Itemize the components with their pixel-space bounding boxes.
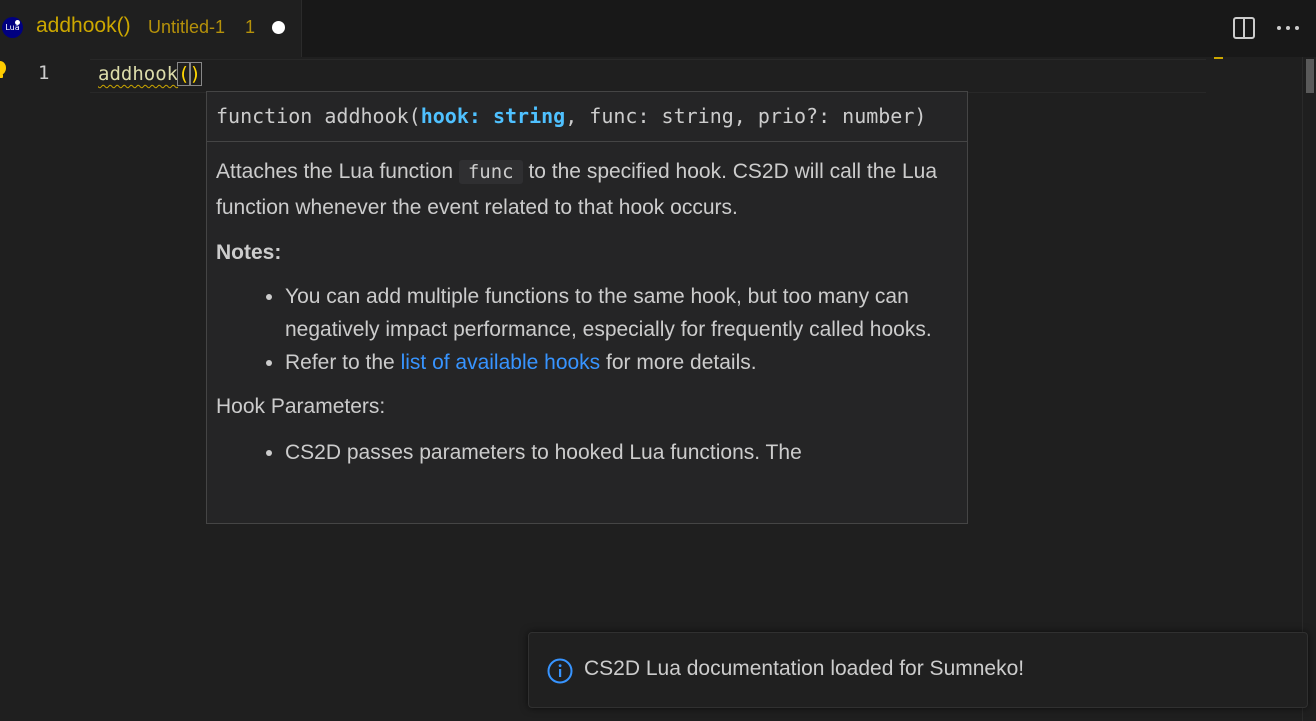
vertical-scrollbar[interactable] [1302, 57, 1316, 721]
vscode-window: Lua addhook() Untitled-1 1 1 addhook() f… [0, 0, 1316, 721]
code-function-name: addhook [98, 63, 179, 85]
split-editor-icon[interactable] [1230, 14, 1258, 42]
notes-list: You can add multiple functions to the sa… [216, 280, 958, 379]
lua-file-icon: Lua [2, 17, 23, 38]
available-hooks-link[interactable]: list of available hooks [401, 351, 601, 374]
overview-ruler-warning-mark [1214, 57, 1223, 59]
signature-prefix: function addhook( [216, 104, 421, 128]
active-parameter: hook: string [420, 104, 566, 128]
note-refer-before: Refer to the [285, 351, 401, 374]
lua-moon-dot [15, 20, 20, 25]
description-paragraph: Attaches the Lua function func to the sp… [216, 154, 958, 225]
hook-parameters-list: CS2D passes parameters to hooked Lua fun… [216, 436, 958, 469]
documentation-body: Attaches the Lua function func to the sp… [207, 142, 967, 469]
editor-tab-bar: Lua addhook() Untitled-1 1 [0, 0, 1316, 57]
current-line-highlight [90, 59, 1206, 93]
description-text-before: Attaches the Lua function [216, 160, 459, 183]
signature-rest: , func: string, prio?: number) [565, 104, 927, 128]
code-close-paren: ) [188, 62, 203, 86]
notification-message: CS2D Lua documentation loaded for Sumnek… [584, 657, 1025, 680]
hook-parameter-item: CS2D passes parameters to hooked Lua fun… [285, 436, 958, 469]
tab-title: addhook() [36, 14, 131, 37]
lightbulb-icon[interactable] [0, 60, 8, 80]
unsaved-dot-icon[interactable] [272, 21, 285, 34]
notification-toast[interactable]: CS2D Lua documentation loaded for Sumnek… [528, 632, 1308, 708]
notes-heading: Notes: [216, 241, 282, 264]
note-item-refer: Refer to the list of available hooks for… [285, 346, 958, 379]
function-signature: function addhook(hook: string, func: str… [207, 92, 967, 142]
code-line[interactable]: addhook() [98, 62, 203, 86]
inline-code-func: func [458, 160, 523, 184]
note-item-performance: You can add multiple functions to the sa… [285, 280, 958, 346]
editor-tab-untitled-1[interactable]: Lua addhook() Untitled-1 1 [0, 0, 302, 57]
more-actions-icon[interactable] [1274, 14, 1302, 42]
line-number: 1 [38, 62, 50, 84]
signature-help-popup[interactable]: function addhook(hook: string, func: str… [206, 91, 968, 524]
tab-problem-count: 1 [245, 17, 256, 37]
note-refer-after: for more details. [600, 351, 757, 374]
hook-parameters-heading: Hook Parameters: [216, 395, 386, 418]
info-icon [547, 658, 573, 684]
scrollbar-thumb[interactable] [1306, 59, 1314, 93]
tab-description: Untitled-1 [148, 17, 226, 37]
